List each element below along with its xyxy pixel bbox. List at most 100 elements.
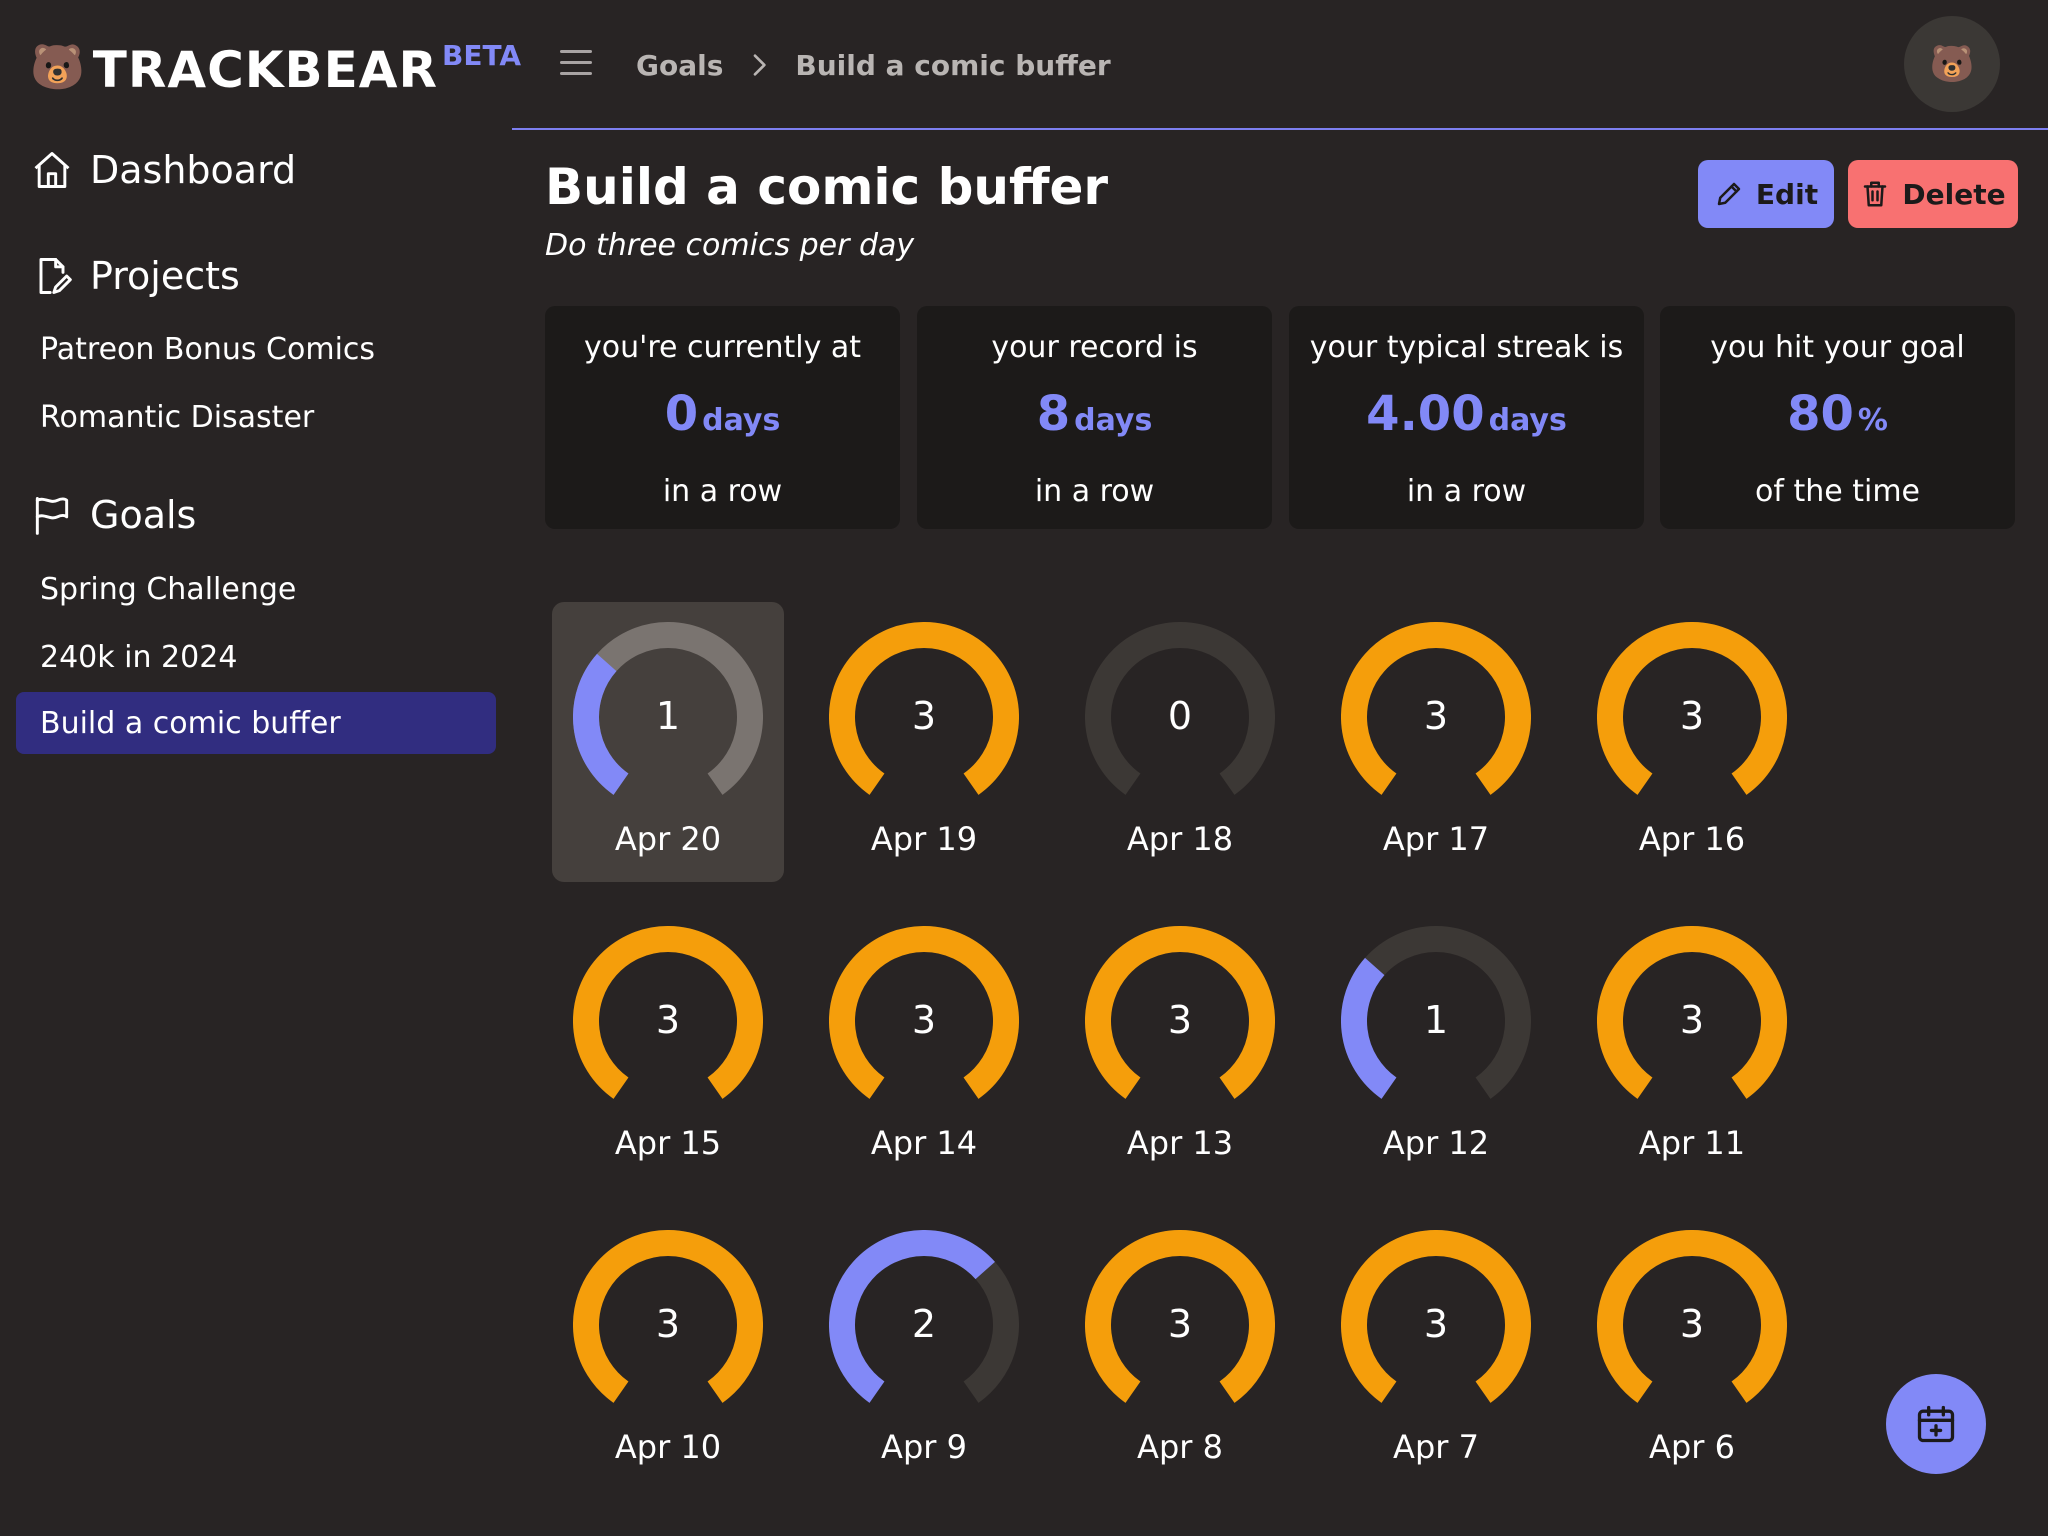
stat-value: 80% — [1660, 386, 2015, 442]
delete-label: Delete — [1902, 177, 2006, 211]
edit-button[interactable]: Edit — [1698, 160, 1834, 228]
day-gauge[interactable]: 3 Apr 10 — [552, 1210, 784, 1490]
stat-value: 8 days — [917, 386, 1272, 442]
page-title: Build a comic buffer — [545, 158, 1109, 216]
stat-value: 0 days — [545, 386, 900, 442]
day-gauge[interactable]: 3 Apr 13 — [1064, 906, 1296, 1186]
bear-face-icon: 🐻 — [1929, 44, 1975, 85]
delete-button[interactable]: Delete — [1848, 160, 2018, 228]
day-gauge[interactable]: 3 Apr 7 — [1320, 1210, 1552, 1490]
day-date: Apr 13 — [1126, 1124, 1234, 1162]
stat-value: 4.00 days — [1289, 386, 1644, 442]
day-gauge[interactable]: 3 Apr 6 — [1576, 1210, 1808, 1490]
day-date: Apr 7 — [1393, 1428, 1479, 1466]
user-avatar[interactable]: 🐻 — [1904, 16, 2000, 112]
day-gauge[interactable]: 1 Apr 12 — [1320, 906, 1552, 1186]
sidebar-item-label: Goals — [90, 493, 197, 537]
day-gauge[interactable]: 3 Apr 16 — [1576, 602, 1808, 882]
day-gauge[interactable]: 3 Apr 19 — [808, 602, 1040, 882]
day-count: 3 — [911, 694, 937, 738]
day-gauge[interactable]: 3 Apr 15 — [552, 906, 784, 1186]
day-count: 3 — [655, 998, 681, 1042]
day-count: 3 — [1679, 998, 1705, 1042]
add-entry-button[interactable] — [1886, 1374, 1986, 1474]
day-count: 3 — [1423, 694, 1449, 738]
stat-typical-streak: your typical streak is 4.00 days in a row — [1289, 306, 1644, 529]
day-count: 3 — [1167, 1302, 1193, 1346]
day-date: Apr 20 — [614, 820, 722, 858]
chevron-right-icon — [754, 54, 767, 76]
day-date: Apr 14 — [870, 1124, 978, 1162]
day-count: 3 — [1423, 1302, 1449, 1346]
day-gauge[interactable]: 3 Apr 14 — [808, 906, 1040, 1186]
day-count: 3 — [911, 998, 937, 1042]
sidebar-item-label: Dashboard — [90, 148, 297, 192]
day-count: 2 — [911, 1302, 937, 1346]
day-count: 1 — [655, 694, 681, 738]
day-gauge[interactable]: 0 Apr 18 — [1064, 602, 1296, 882]
sidebar-item-project[interactable]: Romantic Disaster — [16, 386, 496, 448]
stat-number: 80 — [1787, 386, 1854, 442]
stat-unit: days — [702, 403, 781, 438]
stat-number: 8 — [1036, 386, 1071, 442]
day-gauge[interactable]: 2 Apr 9 — [808, 1210, 1040, 1490]
stat-unit: % — [1857, 403, 1888, 438]
day-count: 1 — [1423, 998, 1449, 1042]
sidebar-item-projects[interactable]: Projects — [30, 248, 240, 304]
beta-badge: BETA — [442, 39, 522, 72]
sidebar-item-goal-active[interactable]: Build a comic buffer — [16, 692, 496, 754]
sidebar-item-project[interactable]: Patreon Bonus Comics — [16, 318, 496, 380]
brand-name: TRACKBEAR — [92, 41, 439, 99]
edit-label: Edit — [1755, 177, 1819, 211]
day-date: Apr 19 — [870, 820, 978, 858]
day-gauge[interactable]: 1 Apr 20 — [552, 602, 784, 882]
sidebar-item-goal[interactable]: Spring Challenge — [16, 558, 496, 620]
top-bar: Goals Build a comic buffer 🐻 — [512, 0, 2048, 130]
day-date: Apr 15 — [614, 1124, 722, 1162]
stat-unit: days — [1074, 403, 1153, 438]
brand-logo[interactable]: 🐻 TRACKBEAR BETA — [30, 40, 521, 100]
day-date: Apr 17 — [1382, 820, 1490, 858]
sidebar-item-dashboard[interactable]: Dashboard — [30, 142, 296, 198]
stat-footer: in a row — [1034, 474, 1155, 509]
day-gauge[interactable]: 3 Apr 11 — [1576, 906, 1808, 1186]
bear-logo-icon: 🐻 — [30, 42, 85, 93]
stat-number: 4.00 — [1366, 386, 1485, 442]
app-root: 🐻 TRACKBEAR BETA Dashboard Projects Patr… — [0, 0, 2048, 1536]
stat-footer: in a row — [1406, 474, 1527, 509]
day-date: Apr 11 — [1638, 1124, 1746, 1162]
menu-icon[interactable] — [560, 50, 592, 78]
stat-number: 0 — [664, 386, 699, 442]
day-date: Apr 16 — [1638, 820, 1746, 858]
day-gauge[interactable]: 3 Apr 17 — [1320, 602, 1552, 882]
day-date: Apr 12 — [1382, 1124, 1490, 1162]
sidebar: 🐻 TRACKBEAR BETA Dashboard Projects Patr… — [0, 0, 521, 1536]
breadcrumb: Goals Build a comic buffer — [636, 40, 1111, 90]
stat-footer: of the time — [1755, 474, 1920, 509]
breadcrumb-goals[interactable]: Goals — [636, 49, 723, 82]
document-edit-icon — [39, 258, 72, 294]
day-count: 3 — [655, 1302, 681, 1346]
pencil-icon — [1717, 182, 1741, 206]
stat-goal-hit-rate: you hit your goal 80% of the time — [1660, 306, 2015, 529]
day-date: Apr 6 — [1649, 1428, 1735, 1466]
stat-record-streak: your record is 8 days in a row — [917, 306, 1272, 529]
day-count: 0 — [1167, 694, 1193, 738]
stat-current-streak: you're currently at 0 days in a row — [545, 306, 900, 529]
day-date: Apr 10 — [614, 1428, 722, 1466]
day-date: Apr 18 — [1126, 820, 1234, 858]
sidebar-item-goal[interactable]: 240k in 2024 — [16, 626, 496, 688]
day-count: 3 — [1679, 1302, 1705, 1346]
breadcrumb-current: Build a comic buffer — [795, 48, 1111, 82]
home-icon — [34, 152, 70, 188]
sidebar-item-goals[interactable]: Goals — [30, 487, 196, 543]
day-date: Apr 8 — [1137, 1428, 1223, 1466]
stat-footer: in a row — [662, 474, 783, 509]
day-date: Apr 9 — [881, 1428, 967, 1466]
stat-caption: your record is — [991, 330, 1198, 365]
day-gauge[interactable]: 3 Apr 8 — [1064, 1210, 1296, 1490]
trash-icon — [1864, 181, 1887, 207]
page-subtitle: Do three comics per day — [545, 228, 915, 263]
stat-caption: you're currently at — [583, 330, 862, 365]
stat-unit: days — [1488, 403, 1567, 438]
